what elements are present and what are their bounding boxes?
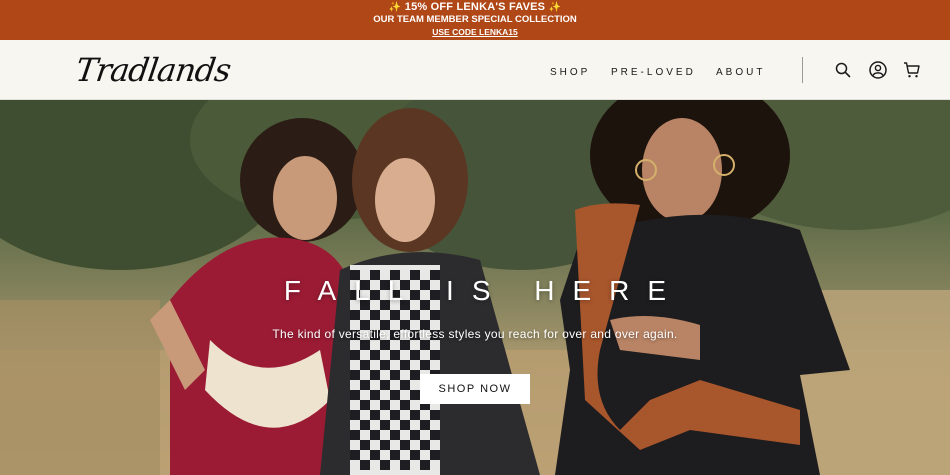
promo-code-row: USE CODE LENKA15: [0, 27, 950, 37]
sparkle-icon: ✨: [388, 2, 402, 13]
cart-icon[interactable]: [902, 60, 922, 80]
site-header: Tradlands SHOP PRE-LOVED ABOUT: [0, 40, 950, 100]
promo-headline: 15% OFF LENKA'S FAVES: [404, 1, 546, 13]
nav-about[interactable]: ABOUT: [716, 67, 765, 78]
hero-subtitle: The kind of versatile, effortless styles…: [272, 327, 678, 341]
account-icon[interactable]: [868, 60, 888, 80]
promo-headline-row: ✨ 15% OFF LENKA'S FAVES ✨: [0, 1, 950, 13]
hero-title: FALL IS HERE: [283, 275, 685, 306]
brand-logo[interactable]: Tradlands: [72, 44, 232, 96]
sparkle-icon: ✨: [548, 2, 562, 13]
search-icon[interactable]: [833, 60, 853, 80]
nav-shop[interactable]: SHOP: [550, 67, 590, 78]
header-divider: [802, 57, 803, 83]
nav-pre-loved[interactable]: PRE-LOVED: [611, 67, 696, 78]
hero-banner: FALL IS HERE The kind of versatile, effo…: [0, 100, 950, 475]
promo-code-link[interactable]: USE CODE LENKA15: [432, 27, 518, 37]
promo-banner: ✨ 15% OFF LENKA'S FAVES ✨ OUR TEAM MEMBE…: [0, 0, 950, 40]
promo-subline: OUR TEAM MEMBER SPECIAL COLLECTION: [373, 14, 577, 25]
shop-now-button[interactable]: SHOP NOW: [420, 374, 530, 404]
